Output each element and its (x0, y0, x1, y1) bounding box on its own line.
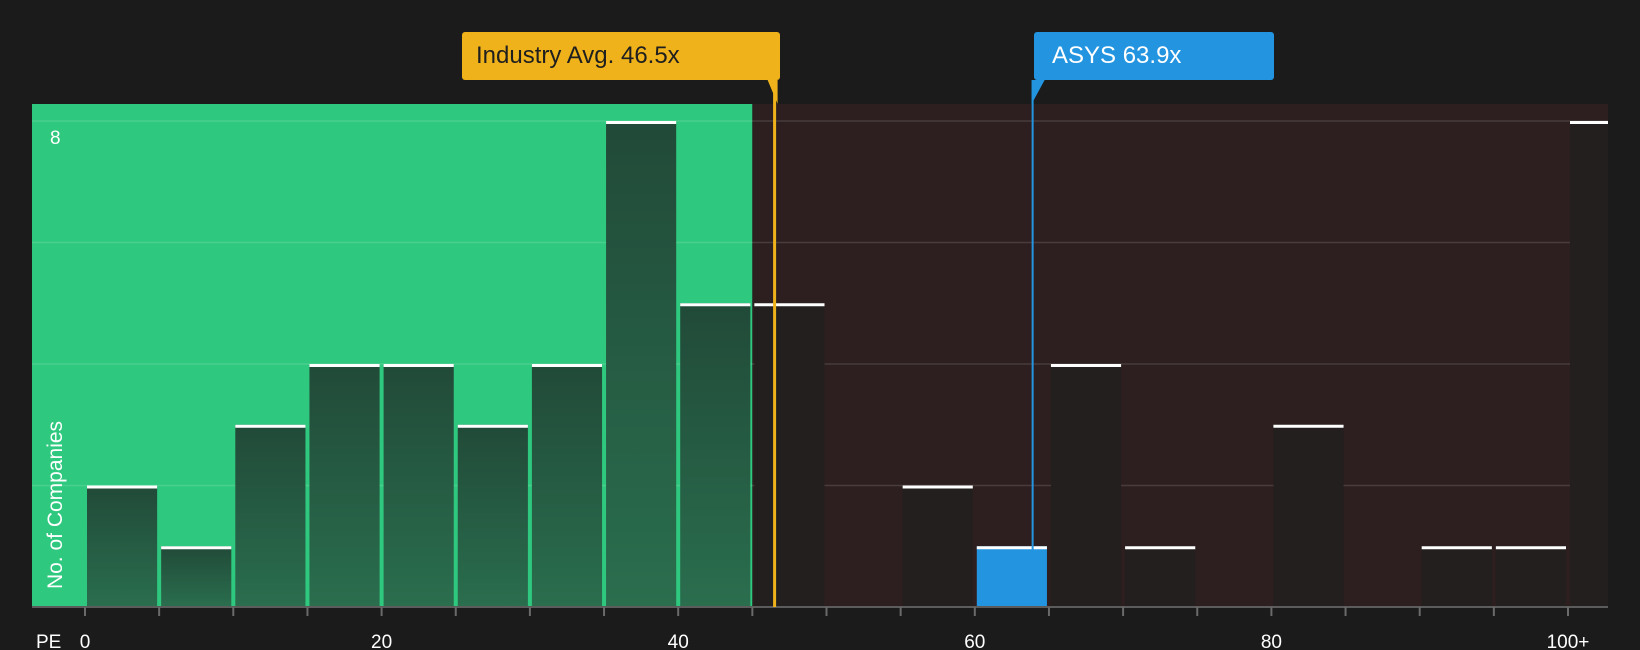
bar-top-cap (1125, 546, 1196, 550)
histogram-bar (606, 121, 677, 607)
histogram-bar (1495, 546, 1566, 607)
company-pe-label: ASYS 63.9x (1052, 42, 1182, 69)
bar-top-cap (1570, 121, 1608, 124)
industry-average-label: Industry Avg. 46.5x (476, 42, 680, 69)
pe-distribution-chart: 0 20 40 60 80 100+ PE 8 No. of Companies Industr… (0, 0, 1640, 650)
industry-average-callout: Industry Avg. 46.5x (462, 32, 780, 80)
bar-top-cap (1050, 364, 1122, 367)
bar-top-cap (754, 303, 825, 307)
x-axis-label: PE (36, 632, 61, 650)
histogram-bar (1570, 121, 1608, 607)
histogram-bar (1273, 424, 1344, 607)
bar-top-cap (976, 546, 1047, 550)
histogram-bar (1421, 546, 1492, 607)
bar-top-cap (87, 485, 158, 489)
histogram-bar (902, 485, 973, 607)
y-axis-label: No. of Companies (44, 421, 67, 589)
bar-top-cap (235, 424, 306, 428)
histogram-bar (1125, 546, 1196, 607)
bar-top-cap (161, 546, 232, 550)
bar-top-cap (1273, 424, 1344, 428)
overvalued-zone (752, 104, 1608, 607)
bar-top-cap (531, 364, 603, 367)
x-tick-label: 60 (964, 632, 985, 650)
x-tick-label: 100+ (1547, 632, 1590, 650)
bar-top-cap (1421, 546, 1492, 550)
histogram-bar (1050, 364, 1122, 607)
x-tick-label: 0 (80, 632, 91, 650)
bar-top-cap (680, 303, 751, 307)
chart-canvas: 0 20 40 60 80 100+ PE 8 No. of Companies (32, 80, 1608, 650)
x-tick-label: 20 (371, 632, 392, 650)
histogram-bar (680, 303, 751, 607)
histogram-bar (383, 364, 454, 607)
company-pe-callout: ASYS 63.9x (1034, 32, 1274, 80)
histogram-bar (531, 364, 603, 607)
bar-top-cap (606, 121, 677, 124)
bar-top-cap (383, 364, 454, 367)
bar-top-cap (1495, 546, 1566, 550)
x-tick-label: 40 (668, 632, 689, 650)
bar-top-cap (457, 424, 528, 428)
histogram-bar (309, 364, 380, 607)
histogram-bar (457, 424, 528, 607)
bar-top-cap (902, 485, 973, 489)
histogram-bar (161, 546, 232, 607)
histogram-bar (87, 485, 158, 607)
y-tick-label: 8 (50, 128, 61, 149)
histogram-bar (235, 424, 306, 607)
histogram-bar (976, 546, 1047, 607)
x-tick-label: 80 (1261, 632, 1282, 650)
histogram-bar (754, 303, 825, 607)
company-callout-pointer (1031, 80, 1045, 104)
bar-top-cap (309, 364, 380, 367)
